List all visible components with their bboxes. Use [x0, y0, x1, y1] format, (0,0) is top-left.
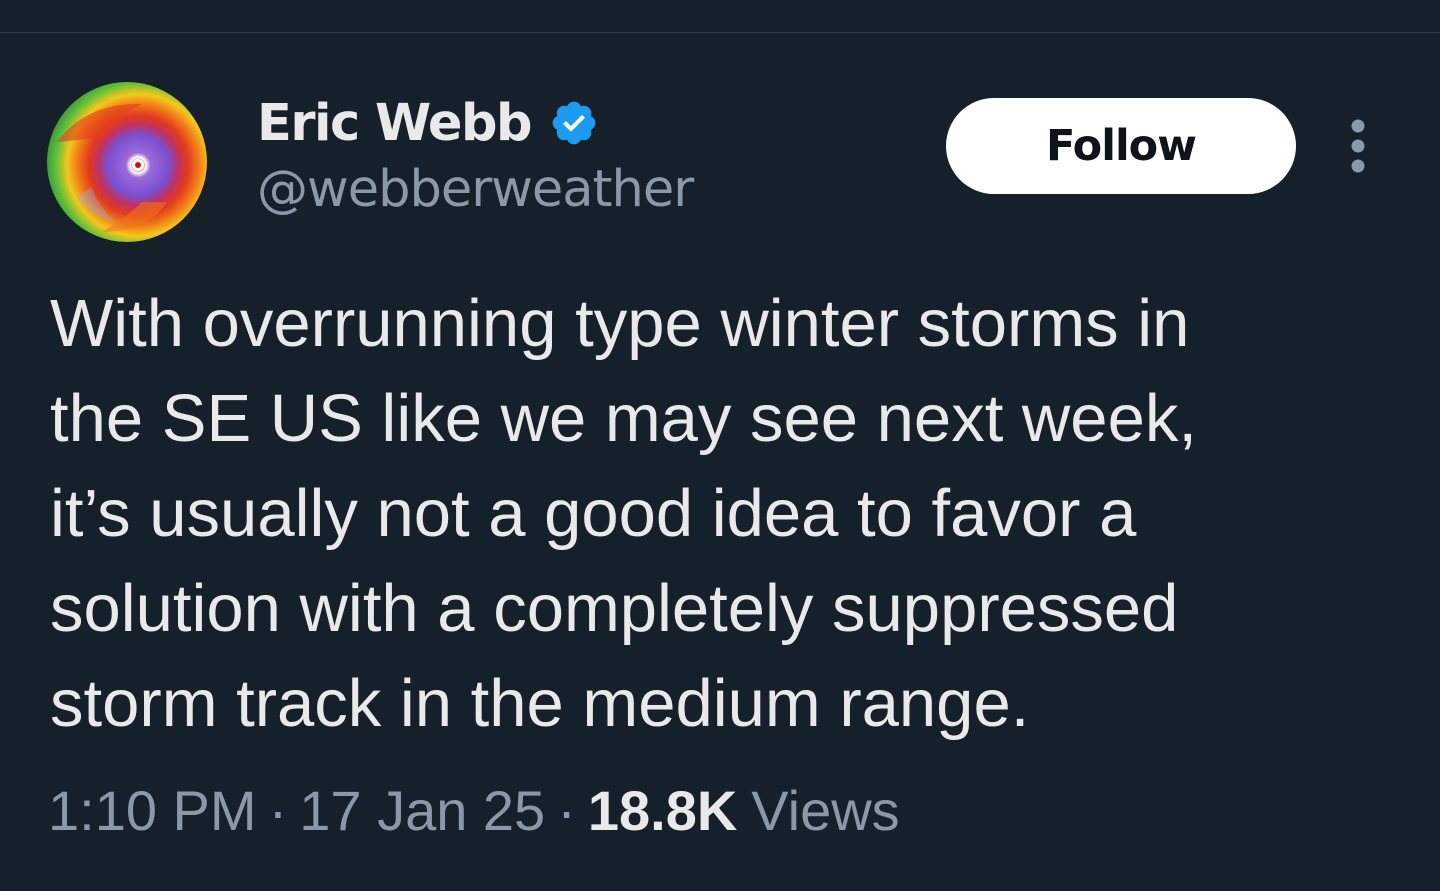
tweet-text-line: storm track in the medium range.	[50, 666, 1030, 741]
avatar[interactable]	[47, 82, 207, 242]
tweet-text-line: it’s usually not a good idea to favor a	[50, 476, 1137, 551]
tweet-meta: 1:10 PM · 17 Jan 25 · 18.8K Views	[48, 772, 900, 848]
tweet-text-line: solution with a completely suppressed	[50, 571, 1179, 646]
author-handle[interactable]: @webberweather	[257, 160, 694, 219]
tweet-text-line: the SE US like we may see next week,	[50, 381, 1197, 456]
tweet-time[interactable]: 1:10 PM	[48, 778, 257, 843]
tweet-text: With overrunning type winter storms in t…	[50, 276, 1380, 751]
tweet-date[interactable]: 17 Jan 25	[299, 778, 545, 843]
views-count: 18.8K	[587, 778, 738, 842]
meta-separator: ·	[268, 778, 288, 842]
tweet-text-line: With overrunning type winter storms in	[50, 286, 1190, 361]
author-display-name[interactable]: Eric Webb	[257, 94, 533, 153]
verified-badge-icon	[549, 98, 599, 148]
more-vertical-icon[interactable]	[1338, 118, 1378, 174]
top-divider	[0, 32, 1440, 33]
hurricane-radar-avatar-icon	[47, 82, 207, 242]
views-label: Views	[751, 778, 900, 842]
author-name-row: Eric Webb	[257, 90, 599, 156]
meta-separator: ·	[557, 778, 576, 842]
follow-button[interactable]: Follow	[946, 98, 1296, 194]
